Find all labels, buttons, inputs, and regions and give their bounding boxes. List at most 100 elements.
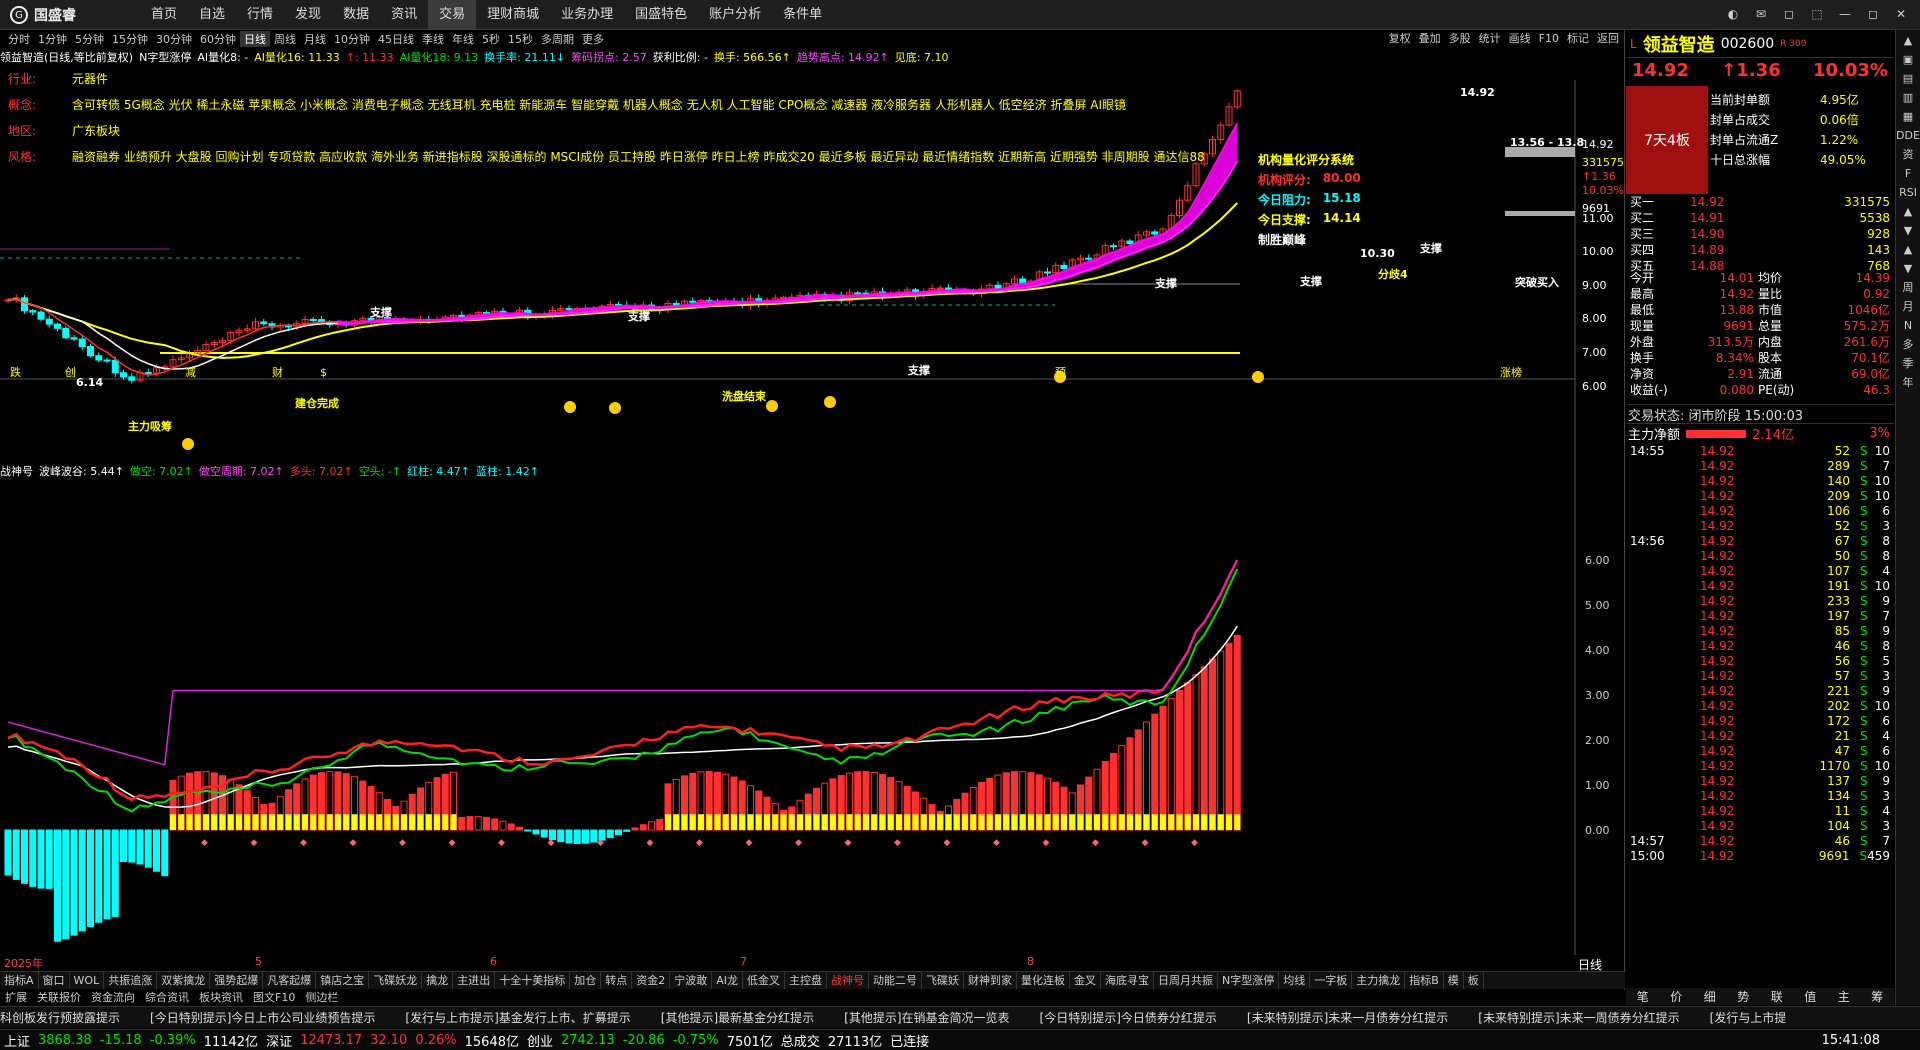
news-item[interactable]: [发行与上市提 bbox=[1710, 1009, 1787, 1026]
news-item[interactable]: [发行与上市提示]基金发行上市、扩募提示 bbox=[405, 1009, 630, 1026]
indicator-tab[interactable]: 镇店之宝 bbox=[316, 972, 370, 989]
sidebar-tool-icon[interactable]: ▼ bbox=[1904, 224, 1912, 238]
indicator-tab[interactable]: 一字板 bbox=[1310, 972, 1353, 989]
indicator-tab[interactable]: 加仓 bbox=[570, 972, 602, 989]
sidebar-tool-icon[interactable]: ▲ bbox=[1904, 243, 1912, 257]
sidebar-tool-icon[interactable]: ▲ bbox=[1904, 205, 1912, 219]
nav-item[interactable]: 理财商城 bbox=[476, 0, 550, 30]
news-item[interactable]: [其他提示]在销基金简况一览表 bbox=[844, 1009, 1009, 1026]
indicator-tab[interactable]: 低金叉 bbox=[743, 972, 785, 989]
indicator-tab[interactable]: 飞碟妖龙 bbox=[369, 972, 423, 989]
sidebar-tool-icon[interactable]: 多 bbox=[1903, 338, 1914, 352]
indicator-tab[interactable]: 动能二号 bbox=[869, 972, 922, 989]
detail-tab[interactable]: 细 bbox=[1704, 988, 1716, 1005]
nav-item[interactable]: 发现 bbox=[284, 0, 332, 30]
indicator-tab[interactable]: 金叉 bbox=[1070, 972, 1101, 989]
indicator-tab[interactable]: 主控盘 bbox=[785, 972, 827, 989]
indicator-tab[interactable]: 资金2 bbox=[632, 972, 671, 989]
indicator-tab[interactable]: 窗口 bbox=[39, 972, 70, 989]
indicator-tab[interactable]: 模 bbox=[1444, 972, 1464, 989]
bottom-tab[interactable]: 综合资讯 bbox=[140, 990, 194, 1006]
indicator-tab[interactable]: 海底寻宝 bbox=[1101, 972, 1154, 989]
window-control-icon[interactable]: ✉ bbox=[1750, 4, 1772, 24]
indicator-tab[interactable]: 转点 bbox=[601, 972, 633, 989]
nav-item[interactable]: 数据 bbox=[332, 0, 380, 30]
indicator-tab[interactable]: 均线 bbox=[1279, 972, 1311, 989]
bottom-tab[interactable]: 图文F10 bbox=[248, 990, 300, 1006]
chart-area[interactable]: 分时 1分钟 5分钟 15分钟 30分钟 60分钟 日线 周线 月线 10分钟 45日线 季线 年线 5秒… bbox=[0, 30, 1625, 990]
window-control-icon[interactable]: ◻ bbox=[1862, 4, 1884, 24]
bottom-tab[interactable]: 资金流向 bbox=[86, 990, 140, 1006]
sidebar-tool-icon[interactable]: ▼ bbox=[1904, 262, 1912, 276]
news-item[interactable]: [未来特别提示]未来一月债券分红提示 bbox=[1247, 1009, 1448, 1026]
sidebar-tool-icon[interactable]: DDE bbox=[1896, 129, 1920, 143]
detail-tab[interactable]: 值 bbox=[1804, 988, 1816, 1005]
indicator-tab[interactable]: 指标B bbox=[1405, 972, 1444, 989]
indicator-tab[interactable]: 共振追涨 bbox=[104, 972, 158, 989]
indicator-tab[interactable]: WOL bbox=[70, 972, 105, 989]
sidebar-tool-icon[interactable]: ▲ bbox=[1904, 34, 1912, 48]
indicator-tab[interactable]: 主力擒龙 bbox=[1352, 972, 1406, 989]
indicator-tab[interactable]: 日周月共振 bbox=[1154, 972, 1218, 989]
indicator-tab[interactable]: AI龙 bbox=[712, 972, 743, 989]
news-item[interactable]: [其他提示]最新基金分红提示 bbox=[661, 1009, 814, 1026]
nav-item[interactable]: 行情 bbox=[236, 0, 284, 30]
indicator-tab[interactable]: 战神号 bbox=[827, 972, 869, 989]
detail-tab[interactable]: 主 bbox=[1838, 988, 1850, 1005]
news-item[interactable]: [今日特别提示]今日上市公司业绩预告提示 bbox=[150, 1009, 375, 1026]
nav-item[interactable]: 交易 bbox=[428, 0, 477, 30]
bottom-tab[interactable]: 关联报价 bbox=[32, 990, 86, 1006]
indicator-tab[interactable]: 飞碟妖 bbox=[922, 972, 964, 989]
sidebar-tool-icon[interactable]: RSI bbox=[1899, 186, 1917, 200]
window-control-icon[interactable]: — bbox=[1834, 4, 1856, 24]
bottom-tab[interactable]: 板块资讯 bbox=[194, 990, 248, 1006]
sidebar-tool-icon[interactable]: ▣ bbox=[1903, 53, 1913, 67]
sidebar-tool-icon[interactable]: N bbox=[1904, 319, 1912, 333]
sidebar-tool-icon[interactable]: 资 bbox=[1903, 148, 1914, 162]
nav-item[interactable]: 国盛特色 bbox=[624, 0, 698, 30]
indicator-tab[interactable]: 双紫擒龙 bbox=[157, 972, 211, 989]
indicator-tab[interactable]: 宁波敢 bbox=[670, 972, 713, 989]
window-control-icon[interactable]: ◻ bbox=[1778, 4, 1800, 24]
indicator-tab[interactable]: 主进出 bbox=[453, 972, 496, 989]
nav-item[interactable]: 条件单 bbox=[772, 0, 833, 30]
bottom-tab[interactable]: 侧边栏 bbox=[300, 990, 343, 1006]
nav-item[interactable]: 自选 bbox=[188, 0, 236, 30]
indicator-tab[interactable]: 凡客起爆 bbox=[263, 972, 317, 989]
bottom-tab[interactable]: 扩展 bbox=[0, 990, 32, 1006]
sidebar-tool-icon[interactable]: 年 bbox=[1903, 376, 1914, 390]
detail-tab[interactable]: 势 bbox=[1737, 988, 1749, 1005]
sidebar-tool-icon[interactable]: 周 bbox=[1903, 281, 1914, 295]
news-item[interactable]: [今日特别提示]今日债券分红提示 bbox=[1040, 1009, 1217, 1026]
indicator-tab[interactable]: 十全十美指标 bbox=[495, 972, 571, 989]
detail-tab[interactable]: 筹 bbox=[1871, 988, 1883, 1005]
detail-tab[interactable]: 联 bbox=[1771, 988, 1783, 1005]
sidebar-tool-icon[interactable]: 季 bbox=[1903, 357, 1914, 371]
app-logo[interactable]: G 国盛睿 bbox=[10, 5, 76, 25]
indicator-tab[interactable]: 板 bbox=[1464, 972, 1484, 989]
news-item[interactable]: [未来特别提示]未来一周债券分红提示 bbox=[1478, 1009, 1679, 1026]
sidebar-tool-icon[interactable]: ▥ bbox=[1903, 91, 1913, 105]
nav-item[interactable]: 首页 bbox=[140, 0, 188, 30]
indicator-tab[interactable]: 擒龙 bbox=[422, 972, 454, 989]
sidebar-tool-icon[interactable]: ▦ bbox=[1903, 110, 1913, 124]
nav-item[interactable]: 业务办理 bbox=[550, 0, 624, 30]
indicator-tab[interactable]: 财神到家 bbox=[964, 972, 1017, 989]
sidebar-tool-icon[interactable]: 月 bbox=[1903, 300, 1914, 314]
nav-item[interactable]: 资讯 bbox=[380, 0, 428, 30]
nav-item[interactable]: 账户分析 bbox=[698, 0, 772, 30]
window-control-icon[interactable]: ⬚ bbox=[1806, 4, 1828, 24]
indicator-tab[interactable]: 量化连板 bbox=[1017, 972, 1070, 989]
sidebar-tool-icon[interactable]: F bbox=[1905, 167, 1911, 181]
detail-tab[interactable]: 价 bbox=[1670, 988, 1682, 1005]
detail-tab[interactable]: 笔 bbox=[1637, 988, 1649, 1005]
tick-list[interactable]: 14:55 14.92 52 S 10 14.92 289 S 7 14.92 140 S 10 14.9… bbox=[1626, 444, 1894, 864]
sidebar-tool-icon[interactable]: ▤ bbox=[1903, 72, 1913, 86]
window-control-icon[interactable]: ◐ bbox=[1722, 4, 1744, 24]
indicator-tab[interactable]: 指标A bbox=[0, 972, 39, 989]
window-control-icon[interactable]: ✕ bbox=[1890, 4, 1912, 24]
candlestick-chart[interactable]: 14.92331575↑1.3610.03%969111.0010.009.00… bbox=[0, 30, 1625, 990]
indicator-tab[interactable]: N字型涨停 bbox=[1218, 972, 1280, 989]
indicator-tab[interactable]: 强势起爆 bbox=[210, 972, 264, 989]
news-item[interactable]: 科创板发行预披露提示 bbox=[0, 1009, 120, 1026]
